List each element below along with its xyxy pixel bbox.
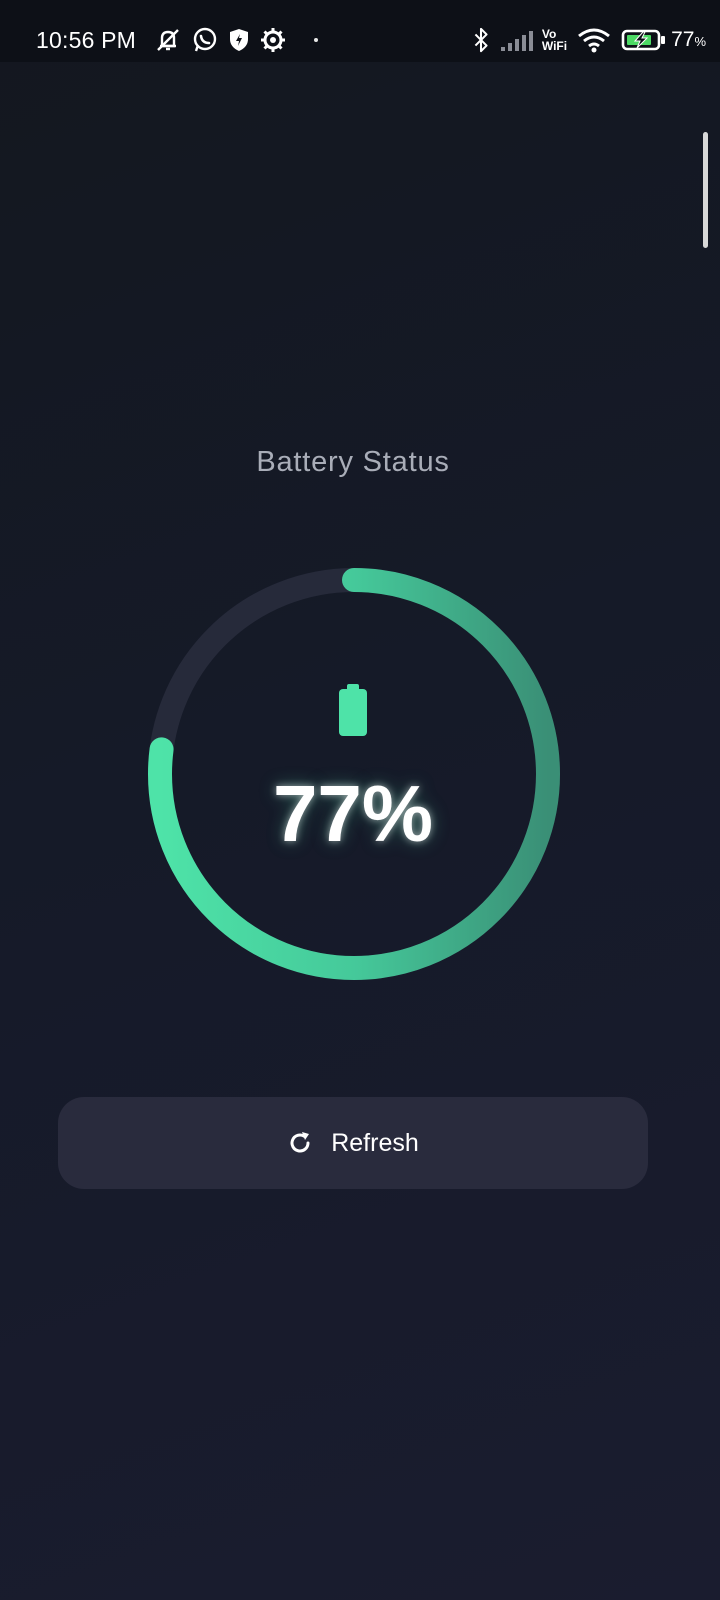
- whatsapp-icon: [193, 27, 217, 52]
- status-right-group: Vo WiFi 77%: [462, 22, 706, 58]
- battery-charging-icon: [621, 29, 666, 51]
- settings-icon: [261, 28, 286, 52]
- mute-icon: [157, 29, 179, 51]
- vowifi-indicator: Vo WiFi: [542, 28, 567, 52]
- signal-icon: [500, 31, 533, 51]
- status-battery-level: 77%: [671, 28, 706, 52]
- status-battery-unit: %: [694, 34, 706, 49]
- status-bar: 10:56 PM Vo WiFi 77%: [0, 0, 720, 62]
- status-battery-value: 77: [671, 28, 695, 51]
- battery-percentage: 77%: [272, 769, 434, 858]
- status-left-group: 10:56 PM: [36, 22, 319, 58]
- status-time: 10:56 PM: [36, 26, 137, 53]
- scrollbar[interactable]: [703, 132, 708, 248]
- refresh-icon: [290, 1132, 310, 1153]
- refresh-button-label: Refresh: [331, 1128, 419, 1157]
- battery-icon: [339, 684, 367, 736]
- shield-icon: [230, 29, 249, 51]
- wifi-icon: [578, 28, 611, 53]
- bluetooth-icon: [474, 27, 488, 53]
- page-title: Battery Status: [256, 446, 450, 478]
- notification-dot: [314, 38, 319, 42]
- refresh-button[interactable]: Refresh: [58, 1097, 648, 1189]
- vowifi-wifi-label: WiFi: [541, 39, 568, 53]
